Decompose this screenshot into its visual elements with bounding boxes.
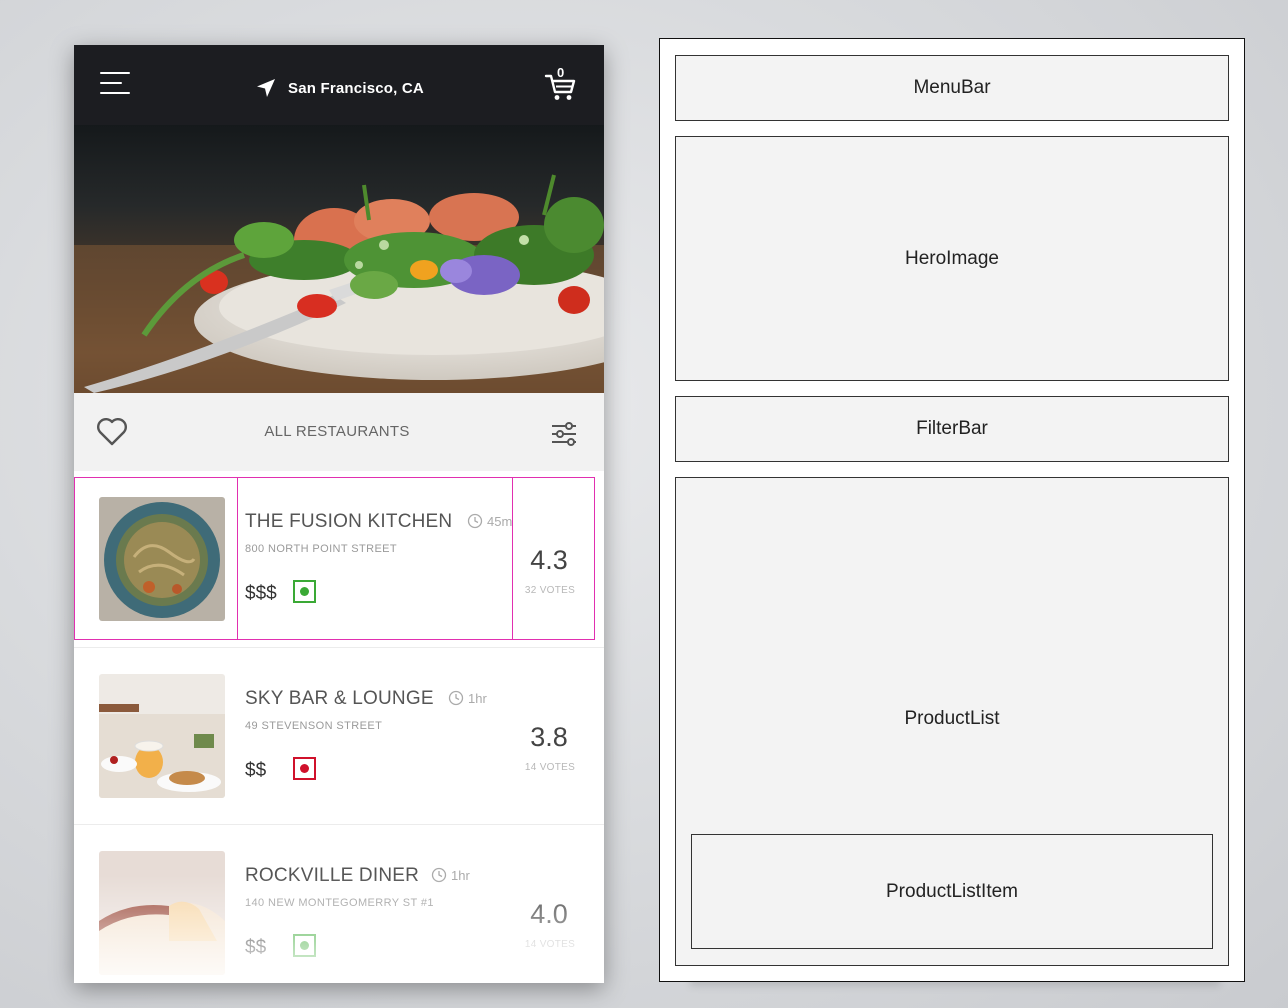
hamburger-menu-icon[interactable] <box>100 72 130 94</box>
component-highlight-box <box>74 477 595 640</box>
delivery-time: 1hr <box>431 867 470 883</box>
cart-button[interactable]: 0 <box>544 65 578 101</box>
votes-count: 14 VOTES <box>524 762 576 773</box>
price-level: $$ <box>245 937 267 958</box>
hero-image <box>74 125 604 393</box>
wireframe-heroimage: HeroImage <box>675 136 1229 381</box>
restaurant-address: 140 NEW MONTEGOMERRY ST #1 <box>245 897 434 909</box>
wireframe-productlistitem: ProductListItem <box>691 834 1213 949</box>
navigation-arrow-icon <box>257 79 275 97</box>
product-list-item[interactable]: ROCKVILLE DINER 1hr 140 NEW MONTEGOMERRY… <box>74 825 604 983</box>
wireframe-menubar: MenuBar <box>675 55 1229 121</box>
wireframe-menubar-label: MenuBar <box>913 77 991 98</box>
filter-title[interactable]: ALL RESTAURANTS <box>264 423 409 440</box>
non-veg-indicator-icon <box>293 757 316 780</box>
product-list-item[interactable]: SKY BAR & LOUNGE 1hr 49 STEVENSON STREET… <box>74 648 604 825</box>
rating-value: 3.8 <box>530 722 568 752</box>
delivery-time-label: 1hr <box>451 867 470 883</box>
rating-value: 4.0 <box>530 899 568 929</box>
wireframe-panel: MenuBar HeroImage FilterBar ProductList … <box>659 38 1245 982</box>
restaurant-thumbnail <box>99 674 225 798</box>
delivery-time: 1hr <box>448 690 487 706</box>
filter-settings-icon[interactable] <box>550 421 578 447</box>
clock-icon <box>448 690 464 706</box>
veg-indicator-icon <box>293 934 316 957</box>
filter-bar: ALL RESTAURANTS <box>74 393 604 471</box>
restaurant-name: ROCKVILLE DINER <box>245 865 420 886</box>
component-highlight-divider <box>237 477 238 640</box>
wireframe-filterbar-label: FilterBar <box>916 418 988 439</box>
location-label: San Francisco, CA <box>288 79 424 97</box>
wireframe-hero-label: HeroImage <box>905 247 999 269</box>
clock-icon <box>431 867 447 883</box>
menu-bar: San Francisco, CA 0 <box>74 45 604 125</box>
restaurant-name: SKY BAR & LOUNGE <box>245 688 434 709</box>
shopping-cart-icon <box>544 74 576 100</box>
restaurant-address: 49 STEVENSON STREET <box>245 720 383 732</box>
votes-count: 14 VOTES <box>524 939 576 950</box>
wireframe-productlistitem-label: ProductListItem <box>886 880 1018 902</box>
wireframe-productlist-label: ProductList <box>904 708 1000 729</box>
price-level: $$ <box>245 760 267 781</box>
wireframe-filterbar: FilterBar <box>675 396 1229 462</box>
component-highlight-divider <box>512 477 513 640</box>
location-selector[interactable]: San Francisco, CA <box>256 77 424 99</box>
delivery-time-label: 1hr <box>468 690 487 706</box>
restaurant-thumbnail <box>99 851 225 975</box>
